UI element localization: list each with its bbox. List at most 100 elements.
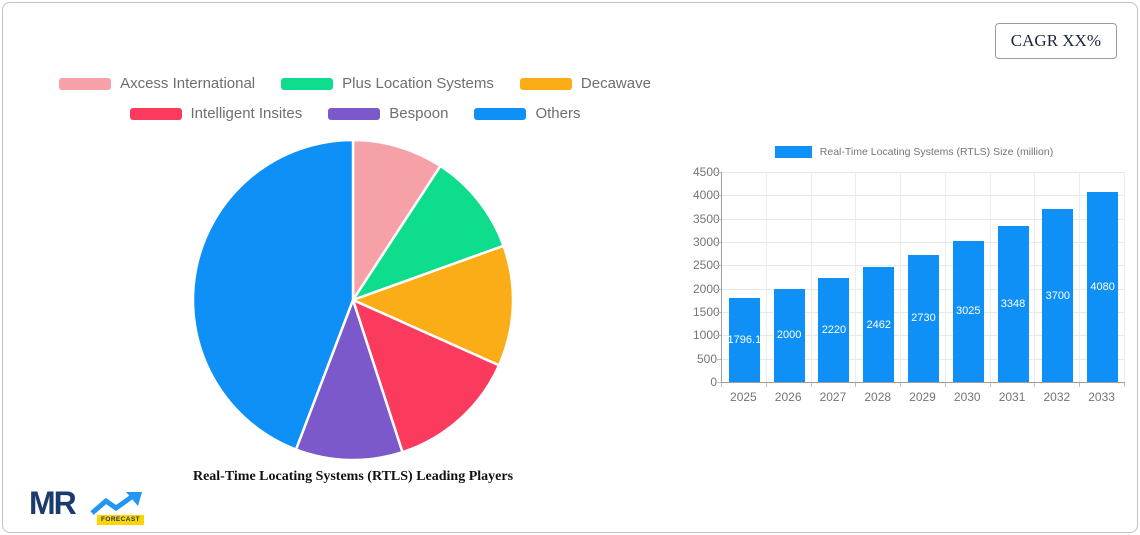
logo-mr-text: MR xyxy=(29,485,77,521)
y-axis-label: 1500 xyxy=(693,305,720,319)
x-axis-label: 2028 xyxy=(864,390,892,404)
bar-2028[interactable]: 2462 xyxy=(863,267,895,382)
x-axis-label: 2030 xyxy=(953,390,981,404)
gridline-v xyxy=(810,172,812,382)
bar-2031[interactable]: 3348 xyxy=(997,225,1029,382)
x-axis-label: 2025 xyxy=(730,390,757,404)
gridline-v xyxy=(855,172,857,382)
bar-2029[interactable]: 2730 xyxy=(908,254,939,382)
y-axis-tick xyxy=(716,172,721,173)
legend-swatch-bespoon xyxy=(328,107,381,120)
y-axis-label: 0 xyxy=(710,375,717,389)
x-axis-label: 2026 xyxy=(774,390,802,404)
x-axis-tick xyxy=(1034,383,1036,387)
bar-chart: Real-Time Locating Systems (RTLS) Size (… xyxy=(693,146,1135,414)
legend-item-bespoon[interactable]: Bespoon xyxy=(328,105,448,122)
pie-legend: Axcess International Plus Location System… xyxy=(31,75,679,122)
legend-item-decawave[interactable]: Decawave xyxy=(519,75,651,92)
x-axis-tick xyxy=(721,383,722,387)
bar-value-label: 2730 xyxy=(911,312,936,325)
y-axis-label: 500 xyxy=(696,351,717,366)
bar-2030[interactable]: 3025 xyxy=(952,240,984,382)
x-axis-tick xyxy=(810,383,812,387)
bar-value-label: 1796.1 xyxy=(727,334,762,347)
x-axis-label: 2029 xyxy=(909,390,936,404)
legend-label: Axcess International xyxy=(120,75,256,92)
pie-chart-title: Real-Time Locating Systems (RTLS) Leadin… xyxy=(192,469,514,484)
bar-value-label: 4080 xyxy=(1090,280,1115,293)
y-axis-label: 2000 xyxy=(693,281,720,296)
gridline-v xyxy=(944,172,946,382)
bar-plot-area: 1796.1 2000 2220 2462 2730 3025 3348 3700 4080 xyxy=(721,172,1125,383)
y-axis-label: 2500 xyxy=(693,258,720,273)
legend-swatch-others xyxy=(474,107,527,120)
bar-2032[interactable]: 3700 xyxy=(1042,209,1074,382)
legend-label: Bespoon xyxy=(389,105,449,122)
legend-label: Decawave xyxy=(580,75,651,92)
gridline-v xyxy=(989,172,991,382)
bar-2026[interactable]: 2000 xyxy=(773,288,805,382)
legend-item-intelligent-insites[interactable]: Intelligent Insites xyxy=(129,105,303,122)
x-axis-label: 2032 xyxy=(1043,390,1071,404)
legend-swatch-plus-location-systems xyxy=(281,77,334,90)
bar-2027[interactable]: 2220 xyxy=(818,278,850,382)
mr-forecast-logo: MR FORECAST xyxy=(29,485,153,529)
x-axis-label: 2027 xyxy=(819,390,847,404)
bar-2025[interactable]: 1796.1 xyxy=(727,298,762,382)
y-axis-tick xyxy=(716,265,721,267)
legend-label: Plus Location Systems xyxy=(342,75,494,92)
bar-2033[interactable]: 4080 xyxy=(1087,191,1119,382)
logo-forecast-text: FORECAST xyxy=(97,515,144,525)
gridline-h xyxy=(722,172,1125,173)
y-axis-label: 3500 xyxy=(693,211,720,226)
bar-value-label: 3348 xyxy=(1000,297,1026,310)
y-axis-tick xyxy=(716,312,721,313)
bar-legend-swatch xyxy=(774,146,812,158)
x-axis-label: 2031 xyxy=(998,390,1026,404)
legend-label: Intelligent Insites xyxy=(190,105,303,122)
bar-value-label: 2000 xyxy=(776,329,802,342)
legend-swatch-axcess-international xyxy=(59,77,112,90)
gridline-h xyxy=(722,195,1125,197)
pie-svg xyxy=(191,138,515,462)
cagr-badge: CAGR XX% xyxy=(994,23,1117,59)
x-axis-tick xyxy=(1079,383,1081,387)
y-axis-label: 3000 xyxy=(693,235,720,249)
gridline-v xyxy=(1124,172,1125,382)
bar-legend-label: Real-Time Locating Systems (RTLS) Size (… xyxy=(819,146,1054,158)
gridline-v xyxy=(900,172,902,382)
legend-swatch-decawave xyxy=(519,77,572,90)
legend-item-plus-location-systems[interactable]: Plus Location Systems xyxy=(281,75,494,92)
legend-item-others[interactable]: Others xyxy=(474,105,580,122)
legend-swatch-intelligent-insites xyxy=(129,107,182,120)
y-axis-tick xyxy=(716,242,721,243)
x-axis-tick xyxy=(1124,383,1125,387)
y-axis-label: 4000 xyxy=(693,188,720,203)
y-axis-label: 4500 xyxy=(693,165,720,179)
x-axis-tick xyxy=(989,383,991,387)
legend-item-axcess-international[interactable]: Axcess International xyxy=(59,75,255,92)
chart-card: CAGR XX% Axcess International Plus Locati… xyxy=(2,2,1138,533)
pie-chart xyxy=(189,136,517,464)
y-axis-tick xyxy=(716,358,721,360)
y-axis-tick xyxy=(716,195,721,197)
gridline-v xyxy=(765,172,767,382)
x-axis-tick xyxy=(855,383,857,387)
y-axis-tick xyxy=(716,218,721,220)
y-axis-tick xyxy=(716,288,721,290)
chart-page: { "cagr_badge": { "label": "CAGR XX%" },… xyxy=(0,0,1140,535)
bar-value-label: 3700 xyxy=(1045,289,1071,302)
x-axis-tick xyxy=(944,383,946,387)
legend-label: Others xyxy=(535,105,581,122)
x-axis-tick xyxy=(765,383,767,387)
y-axis-label: 1000 xyxy=(693,328,720,343)
bar-chart-legend[interactable]: Real-Time Locating Systems (RTLS) Size (… xyxy=(693,146,1135,158)
bar-value-label: 2462 xyxy=(866,318,891,331)
bar-value-label: 2220 xyxy=(821,324,847,337)
logo-arrow-icon xyxy=(90,492,142,515)
bar-value-label: 3025 xyxy=(956,305,981,318)
gridline-v xyxy=(1079,172,1081,382)
x-axis-label: 2033 xyxy=(1088,390,1115,404)
x-axis-tick xyxy=(900,383,902,387)
gridline-v xyxy=(1034,172,1036,382)
